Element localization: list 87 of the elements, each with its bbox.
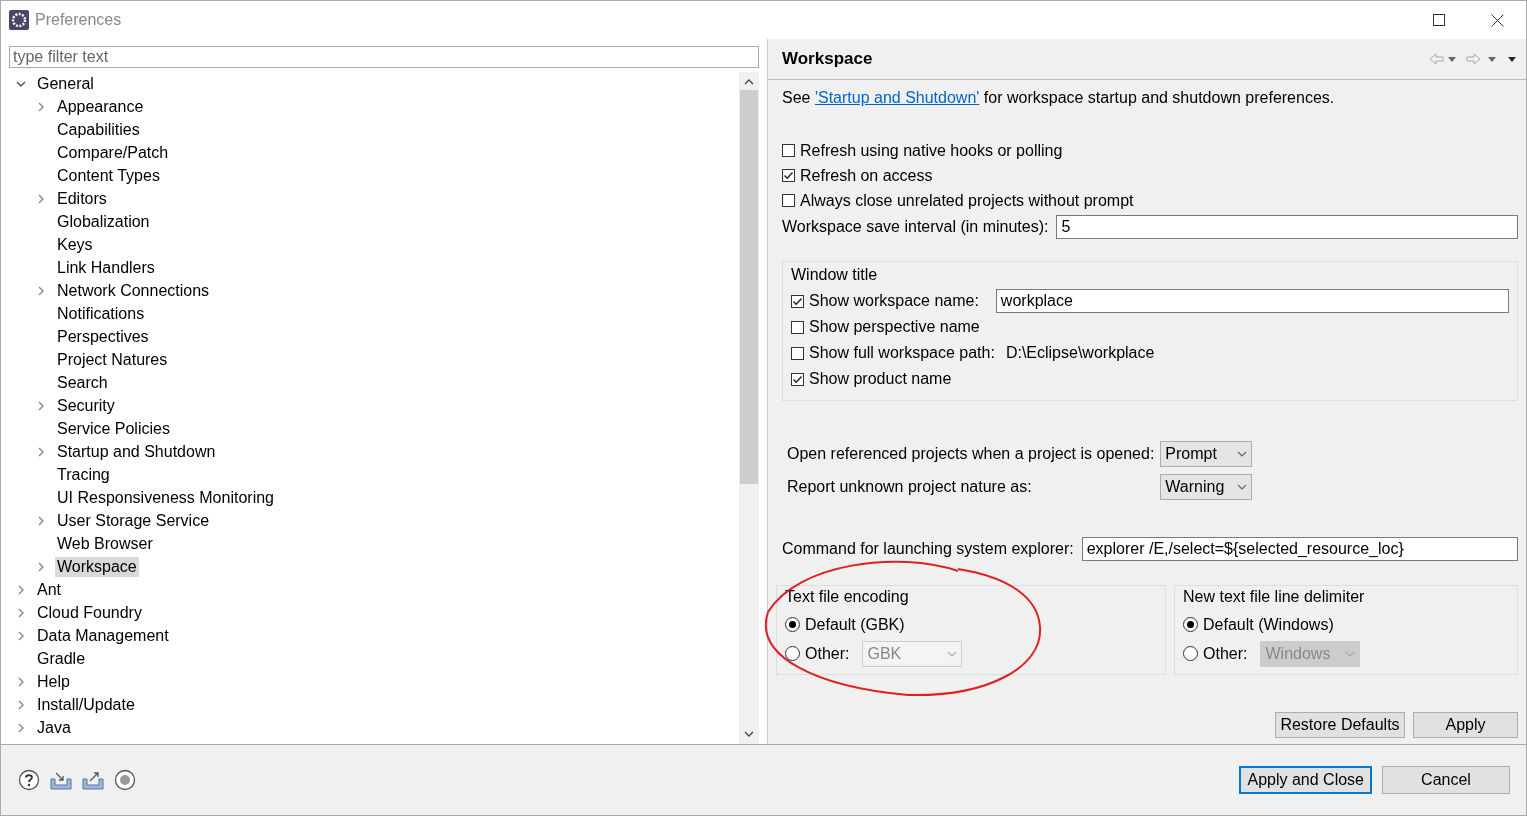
tree-item[interactable]: Appearance [55,96,146,117]
intro-text: See 'Startup and Shutdown' for workspace startup and shutdown preferences. [782,89,1336,108]
command-field[interactable]: explorer /E,/select=${selected_resource_loc} [1081,537,1518,561]
interval-field[interactable]: 5 [1056,215,1518,239]
dropdown-caret-icon [1345,650,1356,657]
radio-label: Other: [1203,644,1248,663]
checkbox-label: Show workspace name: [809,292,979,310]
tree-item[interactable]: Perspectives [55,326,151,347]
filter-field[interactable]: type filter text [9,46,759,68]
navigation-arrows-icon[interactable] [1428,52,1518,66]
field-label: Open referenced projects when a project is opened: [787,445,1155,463]
tree-item[interactable]: Project Natures [55,349,170,370]
tree-item[interactable]: Network Connections [55,280,212,301]
checkbox-label: Show perspective name [809,318,980,336]
record-icon[interactable] [114,769,136,791]
checkbox[interactable] [782,194,795,207]
tree-item[interactable]: User Storage Service [55,510,212,531]
tree-item[interactable]: Install/Update [35,694,137,715]
tree-item[interactable]: Gradle [35,648,88,669]
checkbox-label: Refresh using native hooks or polling [800,141,1063,160]
scrollbar[interactable] [739,72,759,744]
checkbox-label: Refresh on access [800,166,933,185]
group-title: New text file line delimiter [1183,588,1366,607]
maximize-icon [1433,14,1445,26]
tree-item[interactable]: Tracing [55,464,112,485]
checkbox[interactable] [791,294,804,308]
app-logo-icon [9,10,29,30]
tree-item[interactable]: Globalization [55,211,152,232]
workspace-path: D:\Eclipse\workplace [1005,344,1155,362]
tree-item[interactable]: Search [55,372,110,393]
page-title: Workspace [782,49,874,69]
dialog-button[interactable]: Cancel [1382,766,1510,794]
dropdown[interactable]: Warning [1160,474,1253,500]
tree-item[interactable]: Help [35,671,72,692]
dropdown-caret-icon [1237,484,1248,490]
field-label: Report unknown project nature as: [787,478,1033,496]
radio-button[interactable] [1183,646,1198,661]
tree-item[interactable]: Java [35,717,73,738]
tree-item[interactable]: Workspace [55,556,139,577]
checkbox[interactable] [791,346,804,360]
checkbox[interactable] [782,144,795,157]
tree-item[interactable]: UI Responsiveness Monitoring [55,487,276,508]
page-button[interactable]: Apply [1413,712,1518,738]
radio-label: Default (GBK) [805,615,905,634]
tree-item[interactable]: Compare/Patch [55,142,171,163]
tree-item[interactable]: Security [55,395,117,416]
close-icon [1490,13,1504,27]
checkbox-label: Show full workspace path: [809,344,995,362]
window-title: Preferences [35,11,123,29]
scroll-up-icon[interactable] [744,78,754,86]
dropdown-caret-icon [947,650,958,657]
tree-item[interactable]: General [35,73,96,94]
page-button[interactable]: Restore Defaults [1275,712,1405,738]
radio-button[interactable] [1183,617,1198,632]
field-label: Workspace save interval (in minutes): [782,218,1049,236]
radio-label: Other: [805,644,850,663]
tree-item[interactable]: Startup and Shutdown [55,441,218,462]
workspace-name-field[interactable]: workplace [995,289,1509,313]
tree-item[interactable]: Keys [55,234,95,255]
checkbox[interactable] [782,169,795,182]
tree-item[interactable]: Ant [35,579,63,600]
tree-item[interactable]: Editors [55,188,109,209]
group-title: Window title [791,266,879,285]
scroll-down-icon[interactable] [744,730,754,738]
radio-button[interactable] [785,617,800,632]
checkbox-label: Show product name [809,370,952,388]
dialog-button[interactable]: Apply and Close [1239,766,1372,794]
checkbox[interactable] [791,372,804,386]
group-title: Text file encoding [785,588,910,607]
field-label: Command for launching system explorer: [782,540,1074,558]
tree-item[interactable]: Web Browser [55,533,155,554]
startup-link[interactable]: 'Startup and Shutdown' [814,89,980,106]
checkbox[interactable] [791,320,804,334]
help-icon[interactable] [18,769,40,791]
dropdown-caret-icon [1237,451,1248,457]
tree-item[interactable]: Data Management [35,625,171,646]
checkbox-label: Always close unrelated projects without prompt [800,191,1134,210]
export-icon[interactable] [82,769,104,791]
tree-item[interactable]: Service Policies [55,418,172,439]
tree-item[interactable]: Link Handlers [55,257,157,278]
radio-button[interactable] [785,646,800,661]
tree-item[interactable]: Notifications [55,303,147,324]
dropdown[interactable]: Prompt [1160,441,1253,467]
tree-item[interactable]: Capabilities [55,119,142,140]
tree-item[interactable]: Cloud Foundry [35,602,144,623]
radio-label: Default (Windows) [1203,615,1334,634]
tree-item[interactable]: Content Types [55,165,162,186]
